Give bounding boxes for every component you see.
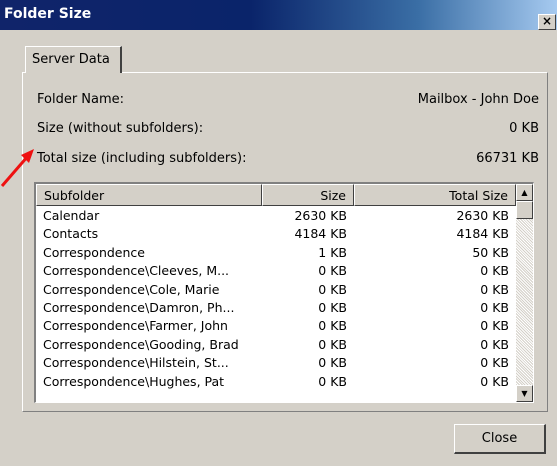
row-size: 0 KB (318, 281, 347, 297)
row-total-size: 0 KB (480, 263, 509, 279)
column-header-total-size[interactable]: Total Size (354, 184, 516, 206)
size-label: Size (without subfolders): (37, 121, 204, 136)
row-subfolder: Correspondence (43, 244, 145, 260)
table-row[interactable]: Contacts 4184 KB 4184 KB (36, 225, 516, 243)
folder-size-dialog: Folder Size × Server Data Folder Name: M… (0, 0, 557, 466)
row-total-size: 0 KB (480, 355, 509, 371)
total-size-label: Total size (including subfolders): (37, 151, 247, 166)
row-size: 1 KB (318, 244, 347, 260)
row-total-size: 50 KB (472, 244, 509, 260)
size-value: 0 KB (509, 121, 539, 136)
row-subfolder: Calendar (43, 208, 100, 223)
list-rows: Calendar 2630 KB 2630 KB Contacts 4184 K… (36, 207, 516, 391)
row-subfolder: Contacts (43, 226, 99, 242)
title-bar[interactable]: Folder Size × (0, 0, 557, 30)
window-close-button[interactable]: × (538, 14, 556, 30)
row-total-size: 4184 KB (456, 226, 509, 242)
row-subfolder: Correspondence\Damron, Ph... (43, 299, 235, 315)
row-size: 0 KB (318, 263, 347, 279)
table-row[interactable]: Correspondence 1 KB 50 KB (36, 244, 516, 262)
row-size: 0 KB (318, 355, 347, 371)
red-arrow-icon (0, 149, 34, 187)
row-total-size: 0 KB (480, 299, 509, 315)
folder-name-label: Folder Name: (37, 92, 125, 107)
table-row[interactable]: Correspondence\Hilstein, St... 0 KB 0 KB (36, 354, 516, 372)
table-row[interactable]: Correspondence\Gooding, Brad 0 KB 0 KB (36, 336, 516, 354)
window-title: Folder Size (4, 6, 92, 22)
row-subfolder: Correspondence\Farmer, John (43, 318, 228, 334)
row-total-size: 0 KB (480, 318, 509, 334)
row-subfolder: Correspondence\Cleeves, M... (43, 263, 230, 279)
subfolder-list[interactable]: Subfolder Size Total Size Calendar 2630 … (34, 182, 534, 403)
row-subfolder: Correspondence\Cole, Marie (43, 281, 220, 297)
table-row[interactable]: Correspondence\Hughes, Pat 0 KB 0 KB (36, 373, 516, 391)
column-header-subfolder[interactable]: Subfolder (36, 184, 262, 206)
row-size: 4184 KB (294, 226, 347, 242)
row-size: 2630 KB (294, 208, 347, 223)
scroll-up-button[interactable]: ▲ (516, 184, 533, 201)
row-total-size: 0 KB (480, 281, 509, 297)
row-size: 0 KB (318, 336, 347, 352)
table-row[interactable]: Correspondence\Cole, Marie 0 KB 0 KB (36, 281, 516, 299)
row-size: 0 KB (318, 373, 347, 389)
scroll-down-arrow-icon: ▼ (521, 389, 528, 398)
total-size-value: 66731 KB (476, 151, 539, 166)
close-icon: × (541, 14, 553, 28)
row-total-size: 0 KB (480, 373, 509, 389)
scroll-down-button[interactable]: ▼ (516, 385, 533, 402)
scroll-thumb[interactable] (516, 201, 533, 219)
row-total-size: 0 KB (480, 336, 509, 352)
row-size: 0 KB (318, 318, 347, 334)
row-size: 0 KB (318, 299, 347, 315)
table-row[interactable]: Correspondence\Farmer, John 0 KB 0 KB (36, 317, 516, 335)
vertical-scrollbar[interactable]: ▲ ▼ (516, 184, 533, 402)
row-total-size: 2630 KB (456, 208, 509, 223)
row-subfolder: Correspondence\Hilstein, St... (43, 355, 229, 371)
tab-server-data[interactable]: Server Data (25, 46, 122, 73)
row-subfolder: Correspondence\Gooding, Brad (43, 336, 239, 352)
table-row[interactable]: Calendar 2630 KB 2630 KB (36, 207, 516, 225)
column-header-size[interactable]: Size (262, 184, 354, 206)
table-row[interactable]: Correspondence\Damron, Ph... 0 KB 0 KB (36, 299, 516, 317)
list-header: Subfolder Size Total Size (36, 184, 516, 206)
folder-name-value: Mailbox - John Doe (417, 92, 539, 107)
table-row[interactable]: Correspondence\Cleeves, M... 0 KB 0 KB (36, 262, 516, 280)
close-button[interactable]: Close (454, 424, 546, 454)
row-subfolder: Correspondence\Hughes, Pat (43, 373, 225, 389)
scroll-up-arrow-icon: ▲ (521, 188, 528, 197)
